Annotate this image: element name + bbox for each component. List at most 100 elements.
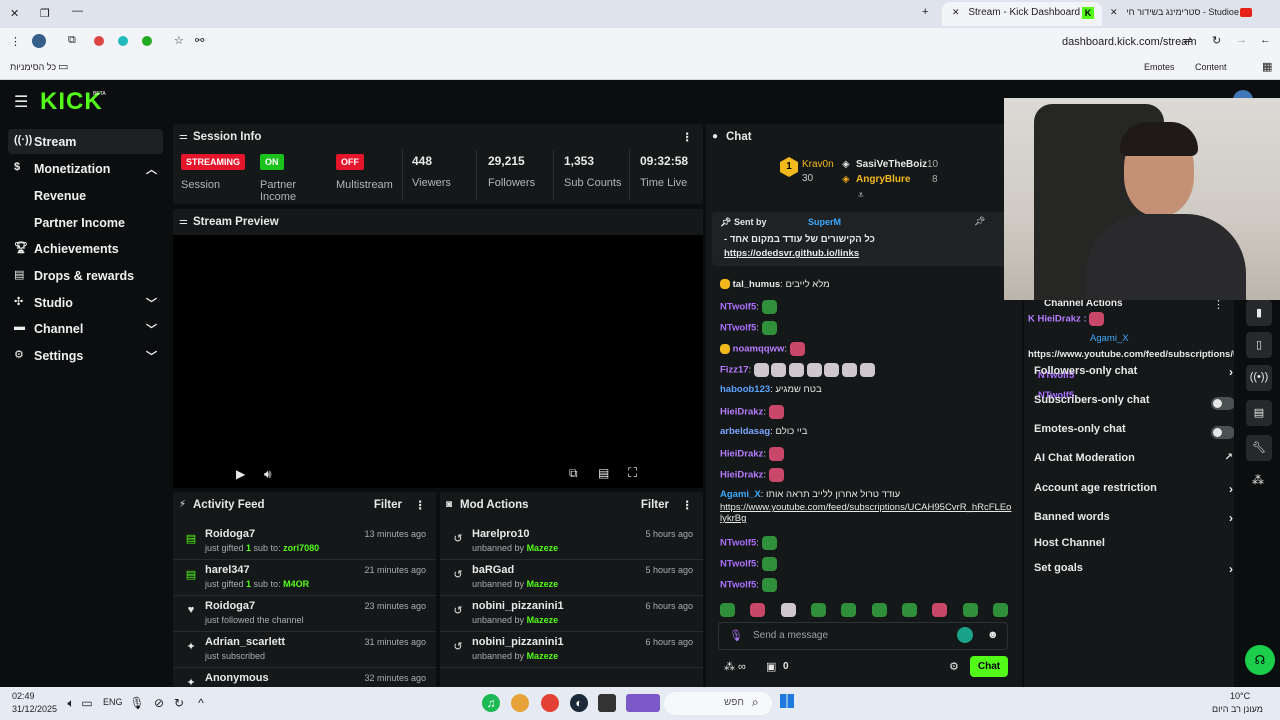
pin-icon[interactable]: 📌︎ bbox=[974, 216, 985, 227]
chat-username[interactable]: HieiDrakz bbox=[720, 470, 763, 481]
chrome-icon[interactable] bbox=[541, 694, 559, 712]
emote-icon[interactable] bbox=[932, 602, 948, 617]
emote-icon[interactable] bbox=[841, 602, 857, 617]
clock-time[interactable]: 02:49 bbox=[12, 691, 35, 701]
filter-button[interactable]: Filter bbox=[374, 499, 402, 511]
sidebar-item-channel[interactable]: ▬ Channel ﹀ bbox=[8, 316, 163, 341]
leader-name[interactable]: Krav0n bbox=[802, 159, 834, 170]
reload-icon[interactable]: ↻ bbox=[1212, 34, 1221, 47]
moderator-name[interactable]: Mazeze bbox=[527, 615, 559, 625]
pinned-link[interactable]: https://odedsvr.github.io/links bbox=[724, 248, 859, 259]
url-text[interactable]: dashboard.kick.com/stream bbox=[1062, 36, 1197, 48]
taskbar-search[interactable]: חפש ⌕ bbox=[664, 692, 772, 715]
tab-kick-dashboard[interactable]: ✕ Stream - Kick Dashboard K bbox=[942, 2, 1102, 26]
hidden-icon[interactable]: ⊘ bbox=[150, 694, 168, 712]
tab-youtube-studio[interactable]: ✕ סטרימינג בשידור חי - Studio‏e bbox=[1100, 2, 1260, 26]
bookmark-content[interactable]: Content bbox=[1195, 62, 1227, 72]
user-name[interactable]: nobini_pizzanini1 bbox=[472, 636, 564, 648]
extensions-icon[interactable]: ⧉ bbox=[68, 34, 76, 47]
translate-icon[interactable]: ⇌ bbox=[1183, 34, 1192, 47]
moderator-name[interactable]: Mazeze bbox=[527, 579, 559, 589]
gift-target[interactable]: zori7080 bbox=[283, 543, 319, 553]
volume-icon[interactable]: 🔊︎ bbox=[264, 467, 272, 482]
minimize-icon[interactable]: — bbox=[72, 5, 83, 17]
picture-in-picture-icon[interactable]: ⧉ bbox=[569, 466, 578, 481]
ai-chat-moderation[interactable]: AI Chat Moderation ↗ bbox=[1034, 452, 1234, 476]
toggle-switch[interactable] bbox=[1211, 397, 1234, 410]
account-age-restriction[interactable]: Account age restriction › bbox=[1034, 482, 1234, 506]
apps-icon[interactable]: ⁂ bbox=[1252, 473, 1264, 487]
chat-username[interactable]: NTwolf5 bbox=[720, 538, 756, 549]
emote-icon[interactable] bbox=[750, 602, 766, 617]
star-icon[interactable]: ☆ bbox=[174, 34, 184, 47]
chat-username[interactable]: HieiDrakz bbox=[720, 449, 763, 460]
sync-icon[interactable]: ↻ bbox=[170, 694, 188, 712]
back-icon[interactable]: ← bbox=[1260, 34, 1271, 46]
steam-icon[interactable]: ◐ bbox=[570, 694, 588, 712]
toggle-switch[interactable] bbox=[1211, 426, 1234, 439]
chat-username[interactable]: Agami_X bbox=[720, 489, 761, 500]
network-icon[interactable]: ▭ bbox=[78, 694, 96, 712]
filter-button[interactable]: Filter bbox=[641, 499, 669, 511]
app-icon[interactable] bbox=[511, 694, 529, 712]
microphone-icon[interactable]: 🎙︎ bbox=[128, 694, 146, 712]
chevron-up-icon[interactable]: ^ bbox=[192, 694, 210, 712]
extension-icon[interactable] bbox=[118, 36, 128, 46]
sidebar-item-studio[interactable]: ✣ Studio ﹀ bbox=[8, 290, 163, 315]
more-options-icon[interactable]: ⋮ bbox=[682, 498, 694, 512]
restore-icon[interactable]: ❐ bbox=[40, 7, 50, 20]
user-name[interactable]: Anonymous bbox=[205, 672, 269, 684]
sidebar-item-monetization[interactable]: $ Monetization ︿ bbox=[8, 156, 163, 181]
emotes-only-toggle[interactable]: Emotes-only chat bbox=[1034, 423, 1234, 447]
spotify-icon[interactable]: ♫ bbox=[482, 694, 500, 712]
bookmark-emotes[interactable]: Emotes bbox=[1144, 62, 1175, 72]
sidebar-item-drops[interactable]: ▤ Drops & rewards bbox=[8, 263, 163, 288]
chat-username[interactable]: NTwolf5 bbox=[720, 580, 756, 591]
app-icon[interactable] bbox=[626, 694, 660, 712]
chat-username[interactable]: arbeldasag bbox=[720, 426, 770, 437]
weather-temp[interactable]: 10°C bbox=[1230, 691, 1250, 701]
user-name[interactable]: baRGad bbox=[472, 564, 514, 576]
sidebar-item-settings[interactable]: ⚙ Settings ﹀ bbox=[8, 343, 163, 368]
theater-mode-icon[interactable]: ▤ bbox=[598, 466, 609, 480]
gift-target[interactable]: M4OR bbox=[283, 579, 309, 589]
profile-avatar[interactable] bbox=[32, 34, 46, 48]
extension-icon[interactable] bbox=[142, 36, 152, 46]
more-options-icon[interactable]: ⋮ bbox=[682, 130, 694, 144]
emote-icon[interactable] bbox=[871, 602, 887, 617]
user-name[interactable]: Roidoga7 bbox=[205, 528, 255, 540]
chat-username[interactable]: NTwolf5 bbox=[720, 323, 756, 334]
emote-icon[interactable] bbox=[811, 602, 827, 617]
infinity-points-icon[interactable]: ⁂ ∞ bbox=[724, 660, 746, 673]
forward-icon[interactable]: → bbox=[1236, 34, 1247, 46]
user-name[interactable]: Adrian_scarlett bbox=[205, 636, 285, 648]
wrench-icon[interactable]: 🔧︎ bbox=[1246, 435, 1272, 461]
chat-username[interactable]: noamqqww bbox=[733, 344, 785, 355]
chat-username[interactable]: NTwolf5 bbox=[720, 302, 756, 313]
sidebar-item-stream[interactable]: ((·)) Stream bbox=[8, 129, 163, 154]
chat-input-box[interactable]: 🎙︎ Send a message ☻ bbox=[718, 622, 1008, 650]
moderator-name[interactable]: Mazeze bbox=[527, 543, 559, 553]
user-name[interactable]: Harelpro10 bbox=[472, 528, 529, 540]
followers-only-toggle[interactable]: Followers-only chat › bbox=[1034, 365, 1234, 389]
broadcast-icon[interactable]: ((•)) bbox=[1246, 365, 1272, 391]
terminal-icon[interactable] bbox=[598, 694, 616, 712]
sidebar-item-partner-income[interactable]: Partner Income bbox=[8, 210, 163, 235]
chat-link[interactable]: https://www.youtube.com/feed/subscriptio… bbox=[720, 502, 1012, 524]
more-options-icon[interactable]: ⋮ bbox=[415, 498, 427, 512]
chat-username[interactable]: NTwolf5 bbox=[720, 559, 756, 570]
chat-username[interactable]: Fizz17 bbox=[720, 365, 749, 376]
chat-username[interactable]: haboob123 bbox=[720, 384, 770, 395]
user-name[interactable]: nobini_pizzanini1 bbox=[472, 600, 564, 612]
language-indicator[interactable]: ENG bbox=[103, 697, 123, 707]
close-icon[interactable]: ✕ bbox=[952, 7, 960, 17]
fullscreen-icon[interactable]: ⛶ bbox=[628, 465, 637, 481]
sidebar-item-achievements[interactable]: 🏆︎ Achievements bbox=[8, 236, 163, 261]
emote-icon[interactable] bbox=[902, 602, 918, 617]
clock-date[interactable]: 31/12/2025 bbox=[12, 704, 57, 714]
pinned-author[interactable]: SuperM bbox=[808, 217, 841, 227]
emote-icon[interactable] bbox=[962, 602, 978, 617]
close-icon[interactable]: ✕ bbox=[1110, 7, 1118, 17]
leader-name[interactable]: AngryBlure bbox=[856, 174, 910, 185]
all-bookmarks[interactable]: כל הסימניות bbox=[10, 62, 56, 72]
